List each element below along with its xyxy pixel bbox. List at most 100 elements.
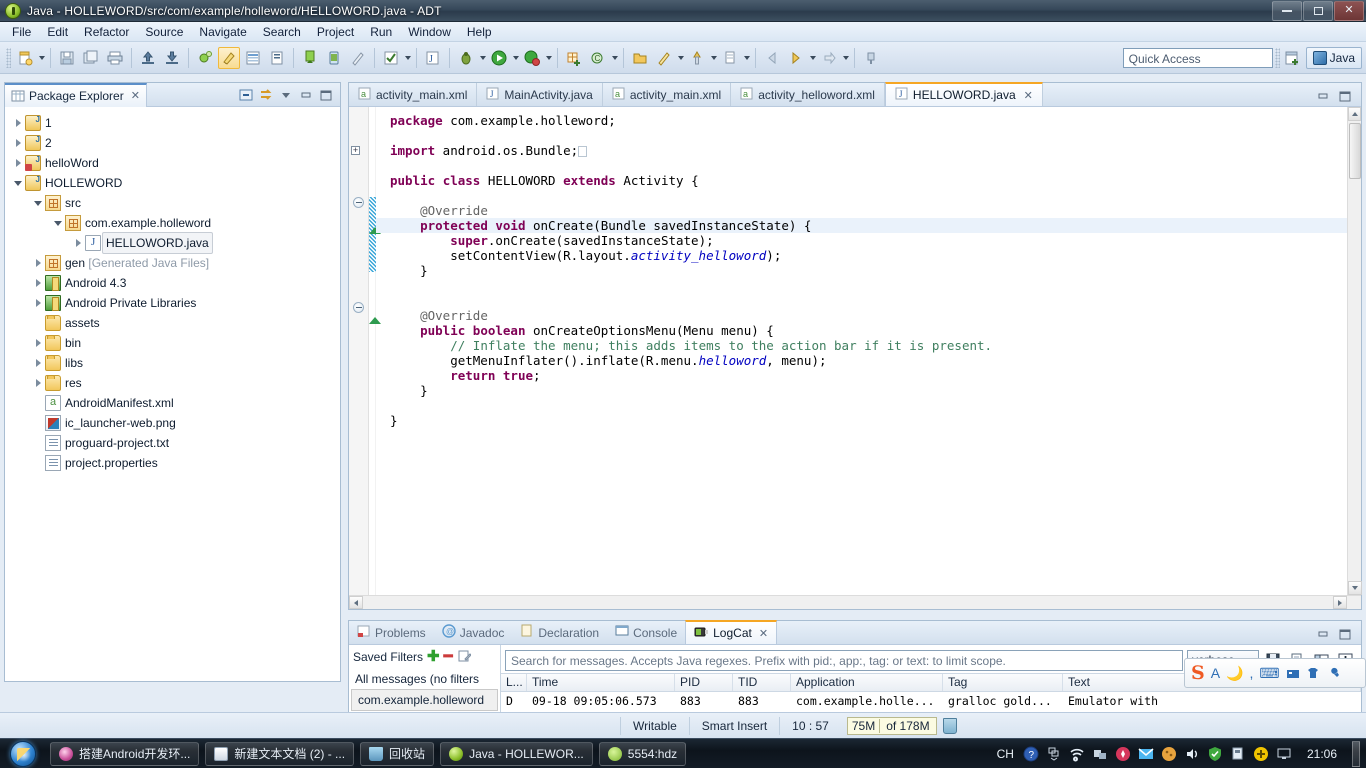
tree-item-bin[interactable]: bin	[5, 333, 340, 353]
panel-tab-declaration[interactable]: Declaration	[512, 621, 607, 644]
tree-toggle-icon[interactable]	[11, 113, 25, 133]
menu-run[interactable]: Run	[362, 23, 400, 41]
scroll-up-icon[interactable]	[1348, 107, 1361, 121]
toolbar-grip[interactable]	[6, 47, 11, 68]
next-annotation-icon[interactable]	[653, 47, 675, 69]
panel-tab-javadoc[interactable]: @ Javadoc	[434, 621, 513, 644]
new-wizard-icon[interactable]	[14, 47, 36, 69]
network-icon[interactable]	[1069, 746, 1085, 762]
open-type-icon[interactable]: J	[422, 47, 444, 69]
sogou-logo-icon[interactable]: S	[1191, 663, 1205, 683]
forward-dropdown-icon[interactable]	[808, 47, 817, 69]
start-button[interactable]	[2, 740, 44, 768]
taskbar-item-eclipse[interactable]: Java - HOLLEWOR...	[440, 741, 593, 766]
minus-icon[interactable]: ━	[444, 649, 453, 664]
tree-toggle-icon[interactable]	[31, 293, 45, 313]
next-edit-icon[interactable]	[818, 47, 840, 69]
tree-item-src[interactable]: src	[5, 193, 340, 213]
tree-toggle-icon[interactable]	[51, 213, 65, 233]
editor-tab-0[interactable]: a activity_main.xml	[349, 83, 478, 106]
taskbar-item-recycle-bin[interactable]: 回收站	[360, 741, 435, 766]
editor-horizontal-scrollbar[interactable]	[349, 595, 1361, 609]
menu-file[interactable]: File	[4, 23, 39, 41]
run-dropdown-icon[interactable]	[511, 47, 520, 69]
debug-android-icon[interactable]	[194, 47, 216, 69]
keyboard-icon[interactable]: ⌨	[1259, 665, 1279, 682]
print-icon[interactable]	[104, 47, 126, 69]
tree-toggle-icon[interactable]	[31, 273, 45, 293]
column-tag[interactable]: Tag	[943, 674, 1063, 691]
minimize-editor-icon[interactable]	[1315, 88, 1331, 104]
fold-marker-oncreate[interactable]	[353, 197, 364, 208]
close-icon[interactable]: ✕	[1024, 89, 1033, 102]
tab-package-explorer[interactable]: Package Explorer ✕	[5, 82, 147, 107]
tray-language[interactable]: CH	[995, 747, 1016, 761]
new-java-class-icon[interactable]: C	[587, 47, 609, 69]
tree-item-res[interactable]: res	[5, 373, 340, 393]
next-annotation-dropdown-icon[interactable]	[676, 47, 685, 69]
debug-icon[interactable]	[455, 47, 477, 69]
avd-manager-icon[interactable]	[242, 47, 264, 69]
external-tools-dropdown-icon[interactable]	[544, 47, 553, 69]
save-icon[interactable]	[56, 47, 78, 69]
editor-tab-4[interactable]: J HELLOWORD.java ✕	[884, 82, 1043, 106]
tree-toggle-icon[interactable]	[71, 233, 85, 253]
pin-editor-icon[interactable]	[860, 47, 882, 69]
build-dropdown-icon[interactable]	[403, 47, 412, 69]
skin-icon[interactable]	[1306, 666, 1320, 680]
moon-icon[interactable]: 🌙	[1226, 665, 1243, 682]
open-task-icon[interactable]	[629, 47, 651, 69]
tree-item-holleword[interactable]: HOLLEWORD	[5, 173, 340, 193]
sdk-manager-icon[interactable]	[266, 47, 288, 69]
tree-item-project-properties[interactable]: project.properties	[5, 453, 340, 473]
mail-icon[interactable]	[1138, 746, 1154, 762]
back-icon[interactable]	[761, 47, 783, 69]
devices-icon[interactable]	[1092, 746, 1108, 762]
tree-toggle-icon[interactable]	[11, 173, 25, 193]
tree-toggle-icon[interactable]	[11, 133, 25, 153]
fold-marker-oncreateoptionsmenu[interactable]	[353, 302, 364, 313]
horizontal-scroll-track[interactable]	[363, 596, 1333, 609]
update-icon[interactable]	[1253, 746, 1269, 762]
last-edit-location-icon[interactable]	[719, 47, 741, 69]
editor-tab-2[interactable]: a activity_main.xml	[603, 83, 732, 106]
taskbar-item-notepad[interactable]: 新建文本文档 (2) - ...	[205, 741, 355, 766]
shield-icon[interactable]	[1207, 746, 1223, 762]
display-icon[interactable]	[1276, 746, 1292, 762]
close-button[interactable]: ✕	[1334, 0, 1364, 21]
column-application[interactable]: Application	[791, 674, 943, 691]
new-android-project-icon[interactable]	[218, 46, 240, 69]
tree-item-2[interactable]: 2	[5, 133, 340, 153]
cookie-icon[interactable]	[1161, 746, 1177, 762]
perspective-java-button[interactable]: Java	[1305, 46, 1362, 69]
debug-dropdown-icon[interactable]	[478, 47, 487, 69]
tools-icon[interactable]	[1326, 666, 1340, 680]
previous-annotation-dropdown-icon[interactable]	[709, 47, 718, 69]
panel-tab-logcat[interactable]: LogCat ✕	[685, 620, 778, 644]
tree-toggle-icon[interactable]	[31, 353, 45, 373]
usb-icon[interactable]	[1230, 746, 1246, 762]
tree-toggle-icon[interactable]	[31, 373, 45, 393]
last-edit-dropdown-icon[interactable]	[742, 47, 751, 69]
filter-com-example-holleword[interactable]: com.example.holleword	[351, 689, 498, 711]
panel-tab-problems[interactable]: Problems	[349, 621, 434, 644]
next-edit-dropdown-icon[interactable]	[841, 47, 850, 69]
run-external-tools-icon[interactable]	[521, 47, 543, 69]
close-icon[interactable]: ✕	[131, 89, 140, 102]
editor-tab-3[interactable]: a activity_helloword.xml	[731, 83, 885, 106]
filter-all-messages[interactable]: All messages (no filters	[349, 669, 500, 689]
tree-item-helloword[interactable]: helloWord	[5, 153, 340, 173]
tree-toggle-icon[interactable]	[31, 193, 45, 213]
volume-icon[interactable]	[1184, 746, 1200, 762]
previous-annotation-icon[interactable]	[686, 47, 708, 69]
open-perspective-icon[interactable]	[1282, 47, 1302, 69]
expand-tray-icon[interactable]	[1046, 746, 1062, 762]
save-all-icon[interactable]	[80, 47, 102, 69]
new-wizard-dropdown-icon[interactable]	[37, 47, 46, 69]
scroll-left-icon[interactable]	[349, 596, 363, 609]
tray-clock[interactable]: 21:06	[1299, 747, 1345, 761]
tree-item-android-private-libraries[interactable]: Android Private Libraries	[5, 293, 340, 313]
menu-window[interactable]: Window	[400, 23, 459, 41]
quick-access-input[interactable]: Quick Access	[1122, 47, 1273, 68]
column-tid[interactable]: TID	[733, 674, 791, 691]
